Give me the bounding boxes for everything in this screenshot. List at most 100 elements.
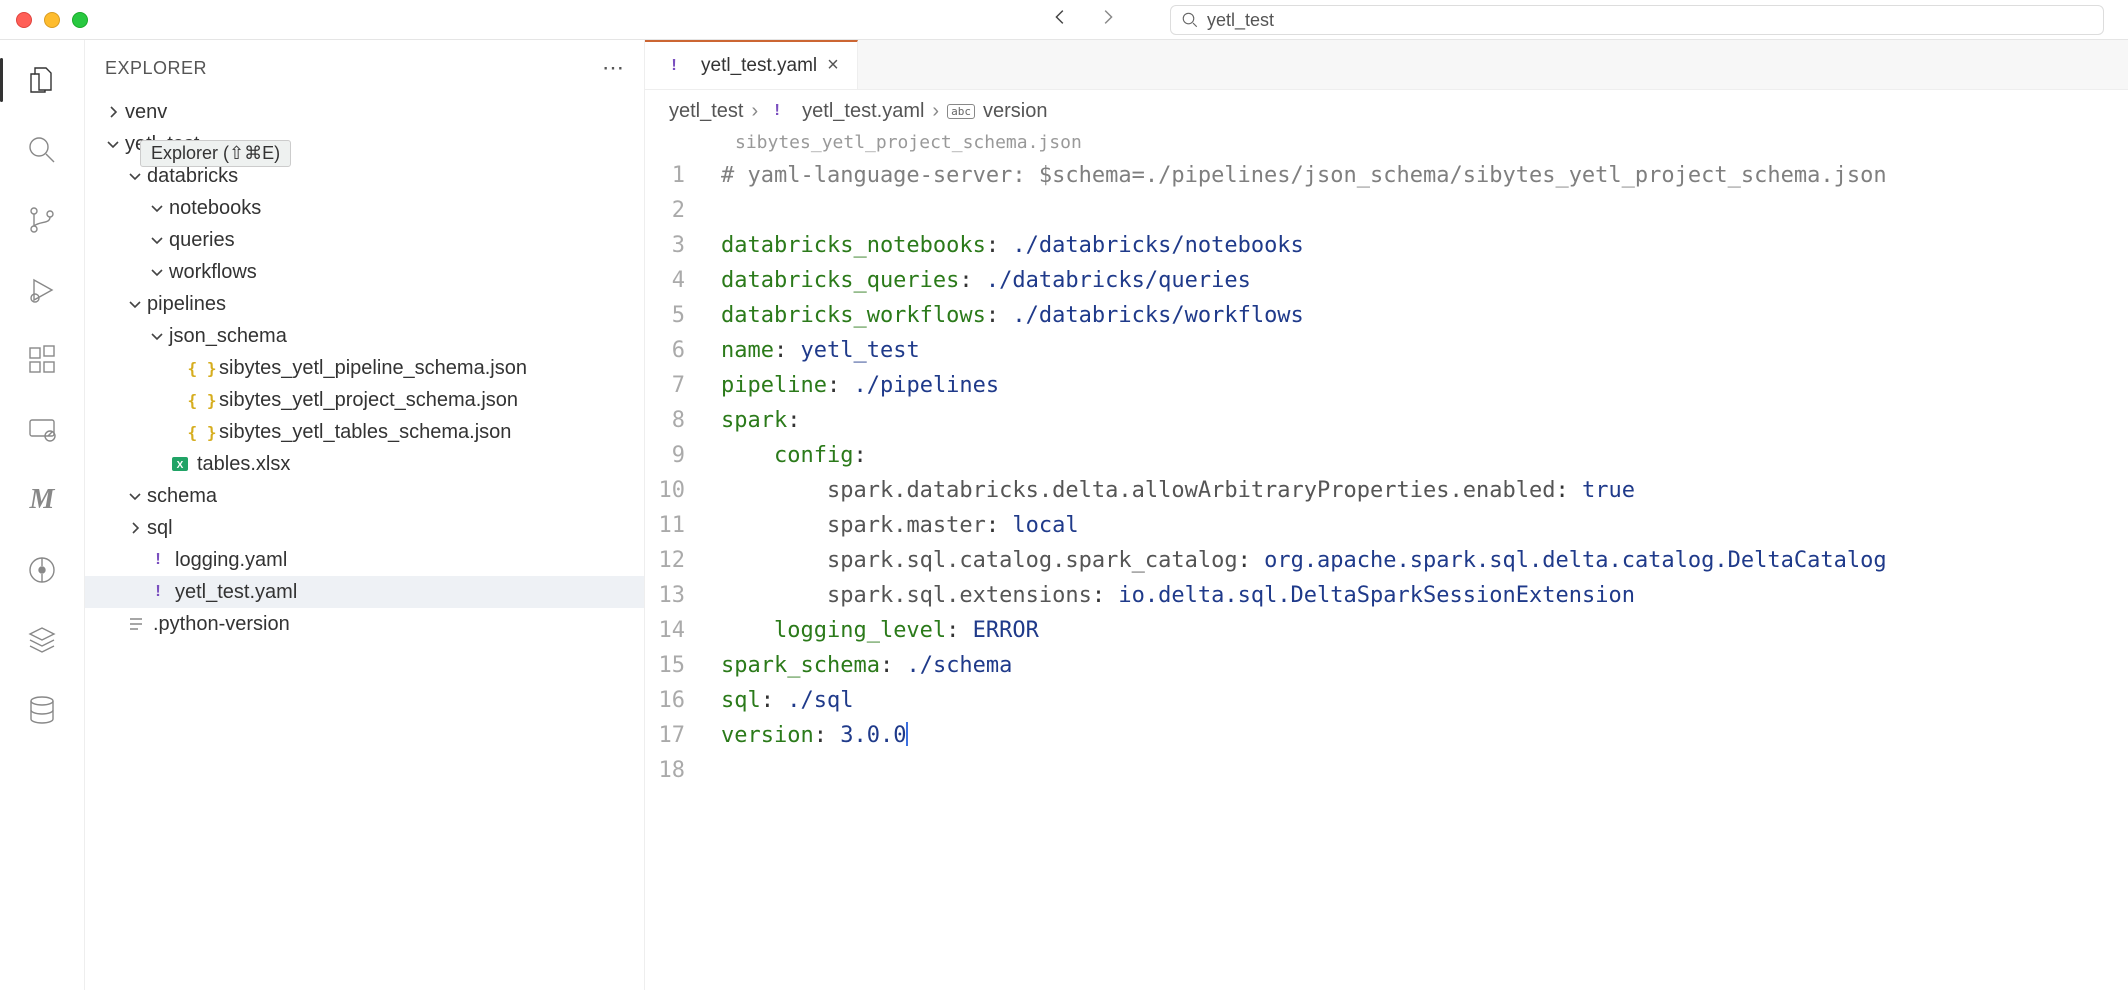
editor-area: ! yetl_test.yaml × yetl_test › ! yetl_te… (645, 40, 2128, 990)
activity-search[interactable] (24, 132, 60, 168)
json-icon: { } (191, 421, 213, 443)
file-row[interactable]: !yetl_test.yaml (85, 576, 644, 608)
folder-row[interactable]: json_schema (85, 320, 644, 352)
code-text: config: (721, 438, 867, 473)
line-number: 8 (645, 403, 721, 438)
file-row[interactable]: .python-version (85, 608, 644, 640)
nav-back-button[interactable] (1050, 6, 1072, 33)
folder-row[interactable]: workflows (85, 256, 644, 288)
code-line[interactable]: 6name: yetl_test (645, 333, 2128, 368)
tab-close-button[interactable]: × (827, 54, 839, 77)
code-text: databricks_queries: ./databricks/queries (721, 263, 1251, 298)
file-row[interactable]: !logging.yaml (85, 544, 644, 576)
code-line[interactable]: 5databricks_workflows: ./databricks/work… (645, 298, 2128, 333)
chevron-down-icon (103, 134, 123, 154)
schema-hint: sibytes_yetl_project_schema.json (645, 132, 2128, 158)
nav-forward-button[interactable] (1096, 6, 1118, 33)
files-icon (26, 64, 58, 96)
tree-item-label: pipelines (147, 293, 226, 316)
close-window-button[interactable] (16, 12, 32, 28)
line-number: 7 (645, 368, 721, 403)
breadcrumb-file[interactable]: yetl_test.yaml (802, 100, 924, 123)
activity-remote[interactable] (24, 412, 60, 448)
nav-arrows (1050, 6, 1118, 33)
line-number: 17 (645, 718, 721, 753)
yaml-icon: ! (663, 55, 685, 77)
code-line[interactable]: 9 config: (645, 438, 2128, 473)
explorer-tooltip: Explorer (⇧⌘E) (140, 140, 291, 167)
chevron-down-icon (125, 166, 145, 186)
tab-yetl-test-yaml[interactable]: ! yetl_test.yaml × (645, 40, 858, 89)
line-number: 2 (645, 193, 721, 228)
code-text: spark_schema: ./schema (721, 648, 1012, 683)
maximize-window-button[interactable] (72, 12, 88, 28)
breadcrumb-folder[interactable]: yetl_test (669, 100, 743, 123)
activity-explorer[interactable] (24, 62, 60, 98)
code-line[interactable]: 4databricks_queries: ./databricks/querie… (645, 263, 2128, 298)
explorer-more-button[interactable]: ⋯ (602, 55, 624, 81)
search-icon (26, 134, 58, 166)
folder-row[interactable]: notebooks (85, 192, 644, 224)
code-line[interactable]: 13 spark.sql.extensions: io.delta.sql.De… (645, 578, 2128, 613)
activity-extensions[interactable] (24, 342, 60, 378)
code-line[interactable]: 17version: 3.0.0 (645, 718, 2128, 753)
yaml-icon: ! (147, 549, 169, 571)
command-center-search[interactable]: yetl_test (1170, 5, 2104, 35)
activity-run-debug[interactable] (24, 272, 60, 308)
minimize-window-button[interactable] (44, 12, 60, 28)
tree-item-label: tables.xlsx (197, 453, 290, 476)
tree-item-label: notebooks (169, 197, 261, 220)
code-line[interactable]: 10 spark.databricks.delta.allowArbitrary… (645, 473, 2128, 508)
file-row[interactable]: { }sibytes_yetl_project_schema.json (85, 384, 644, 416)
line-number: 11 (645, 508, 721, 543)
code-line[interactable]: 2 (645, 193, 2128, 228)
file-row[interactable]: { }sibytes_yetl_pipeline_schema.json (85, 352, 644, 384)
activity-source-control[interactable] (24, 202, 60, 238)
activity-git-graph[interactable] (24, 552, 60, 588)
text-cursor (906, 722, 908, 746)
branch-icon (26, 204, 58, 236)
code-line[interactable]: 11 spark.master: local (645, 508, 2128, 543)
code-line[interactable]: 12 spark.sql.catalog.spark_catalog: org.… (645, 543, 2128, 578)
explorer-sidebar: EXPLORER ⋯ venvyetl_testdatabricksnotebo… (85, 40, 645, 990)
code-line[interactable]: 7pipeline: ./pipelines (645, 368, 2128, 403)
breadcrumb-symbol[interactable]: version (983, 100, 1047, 123)
xlsx-icon: X (169, 453, 191, 475)
file-row[interactable]: { }sibytes_yetl_tables_schema.json (85, 416, 644, 448)
file-row[interactable]: Xtables.xlsx (85, 448, 644, 480)
code-line[interactable]: 18 (645, 753, 2128, 788)
activity-custom-m[interactable]: M (24, 482, 60, 518)
tree-item-label: sql (147, 517, 173, 540)
code-line[interactable]: 15spark_schema: ./schema (645, 648, 2128, 683)
tree-item-label: workflows (169, 261, 257, 284)
folder-row[interactable]: sql (85, 512, 644, 544)
code-editor[interactable]: 1# yaml-language-server: $schema=./pipel… (645, 158, 2128, 788)
folder-row[interactable]: schema (85, 480, 644, 512)
tree-item-label: schema (147, 485, 217, 508)
code-line[interactable]: 16sql: ./sql (645, 683, 2128, 718)
line-number: 14 (645, 613, 721, 648)
database-icon (26, 694, 58, 726)
code-line[interactable]: 3databricks_notebooks: ./databricks/note… (645, 228, 2128, 263)
git-graph-icon (26, 554, 58, 586)
activity-stack[interactable] (24, 622, 60, 658)
explorer-title: EXPLORER (105, 58, 207, 79)
code-line[interactable]: 8spark: (645, 403, 2128, 438)
code-text: spark: (721, 403, 800, 438)
tree-item-label: databricks (147, 165, 238, 188)
folder-row[interactable]: venv (85, 96, 644, 128)
file-tree[interactable]: venvyetl_testdatabricksnotebooksqueriesw… (85, 96, 644, 990)
activity-database[interactable] (24, 692, 60, 728)
code-text: spark.databricks.delta.allowArbitraryPro… (721, 473, 1635, 508)
code-line[interactable]: 14 logging_level: ERROR (645, 613, 2128, 648)
folder-row[interactable]: queries (85, 224, 644, 256)
chevron-down-icon (147, 230, 167, 250)
folder-row[interactable]: pipelines (85, 288, 644, 320)
chevron-right-icon: › (932, 100, 939, 123)
breadcrumbs[interactable]: yetl_test › ! yetl_test.yaml › abc versi… (645, 90, 2128, 132)
line-number: 12 (645, 543, 721, 578)
code-line[interactable]: 1# yaml-language-server: $schema=./pipel… (645, 158, 2128, 193)
line-number: 13 (645, 578, 721, 613)
line-number: 1 (645, 158, 721, 193)
line-number: 16 (645, 683, 721, 718)
